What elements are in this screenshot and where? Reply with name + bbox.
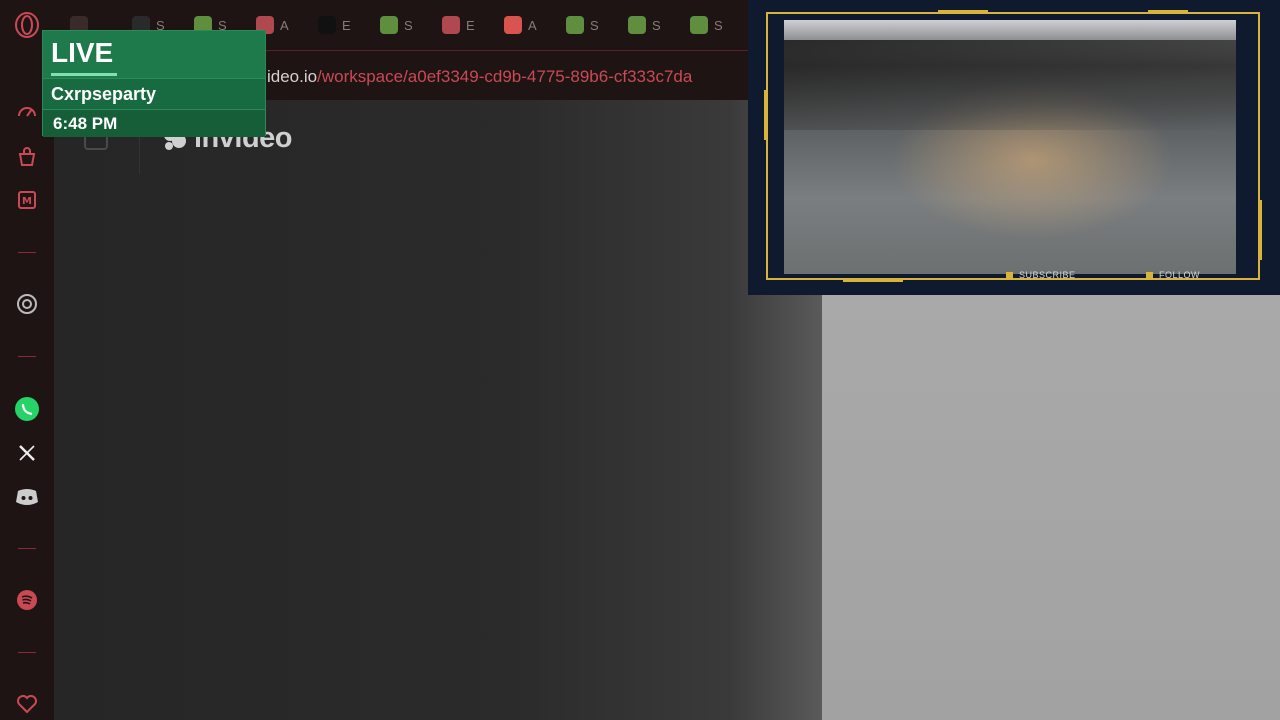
url-host: ideo.io (267, 67, 318, 86)
shopify-icon (690, 16, 708, 34)
tab-label: E (466, 17, 475, 33)
frame-accent (938, 10, 988, 14)
browser-tab[interactable]: S (566, 14, 622, 36)
page-content (54, 100, 822, 720)
live-label: LIVE (51, 37, 114, 68)
sidebar-separator (18, 652, 36, 653)
url-path: /workspace/a0ef3349-cd9b-4775-89b6-cf333… (317, 67, 693, 86)
live-header: LIVE (43, 31, 265, 78)
chatgpt-icon[interactable] (13, 290, 41, 318)
sidebar-separator (18, 252, 36, 253)
speed-dial-icon[interactable] (13, 98, 41, 126)
sidebar-separator (18, 356, 36, 357)
whatsapp-icon[interactable] (13, 395, 41, 423)
url-text[interactable]: ideo.io/workspace/a0ef3349-cd9b-4775-89b… (267, 67, 692, 87)
follow-tag: FOLLOW (1146, 270, 1200, 280)
svg-text:M: M (22, 196, 32, 207)
live-badge: LIVE Cxrpseparty 6:48 PM (42, 30, 266, 137)
tab-label: A (528, 17, 537, 33)
tab-label: S (590, 17, 599, 33)
follow-label: FOLLOW (1159, 270, 1201, 280)
frame-accent (1258, 200, 1262, 260)
tab-label: E (342, 17, 351, 33)
frame-accent (764, 90, 768, 140)
shopify-icon (628, 16, 646, 34)
subscribe-square-icon (1006, 271, 1013, 279)
shopify-icon (566, 16, 584, 34)
browser-tab[interactable]: E (442, 14, 498, 36)
browser-tab[interactable]: S (380, 14, 436, 36)
browser-tab[interactable]: E (318, 14, 374, 36)
tab-label: S (652, 17, 661, 33)
browser-tab[interactable]: S (628, 14, 684, 36)
page-background-right (822, 295, 1280, 720)
webcam-video-shadow (784, 40, 1236, 130)
live-time: 6:48 PM (43, 109, 265, 137)
subscribe-label: SUBSCRIBE (1019, 270, 1076, 280)
live-underline (51, 73, 117, 76)
opera-logo-icon[interactable] (13, 11, 41, 39)
globe-icon (442, 16, 460, 34)
discord-icon[interactable] (13, 483, 41, 511)
heart-icon[interactable] (13, 690, 41, 718)
frame-accent (1148, 10, 1188, 14)
sidebar-separator (18, 548, 36, 549)
subscribe-tag: SUBSCRIBE (1006, 270, 1076, 280)
x-twitter-icon[interactable] (13, 439, 41, 467)
frame-accent (843, 279, 903, 282)
webcam-overlay: SUBSCRIBE FOLLOW (748, 0, 1280, 295)
tab-label: S (404, 17, 413, 33)
browser-tab[interactable]: A (504, 14, 560, 36)
follow-square-icon (1146, 271, 1153, 279)
tab-label: A (280, 17, 289, 33)
browser-tab[interactable]: S (690, 14, 746, 36)
workspace-m-icon[interactable]: M (13, 186, 41, 214)
shopify-icon (380, 16, 398, 34)
s-logo-icon (318, 16, 336, 34)
shopping-bag-icon (504, 16, 522, 34)
spotify-icon[interactable] (13, 586, 41, 614)
shop-bag-icon[interactable] (13, 143, 41, 171)
streamer-name: Cxrpseparty (43, 78, 265, 109)
tab-label: S (714, 17, 723, 33)
